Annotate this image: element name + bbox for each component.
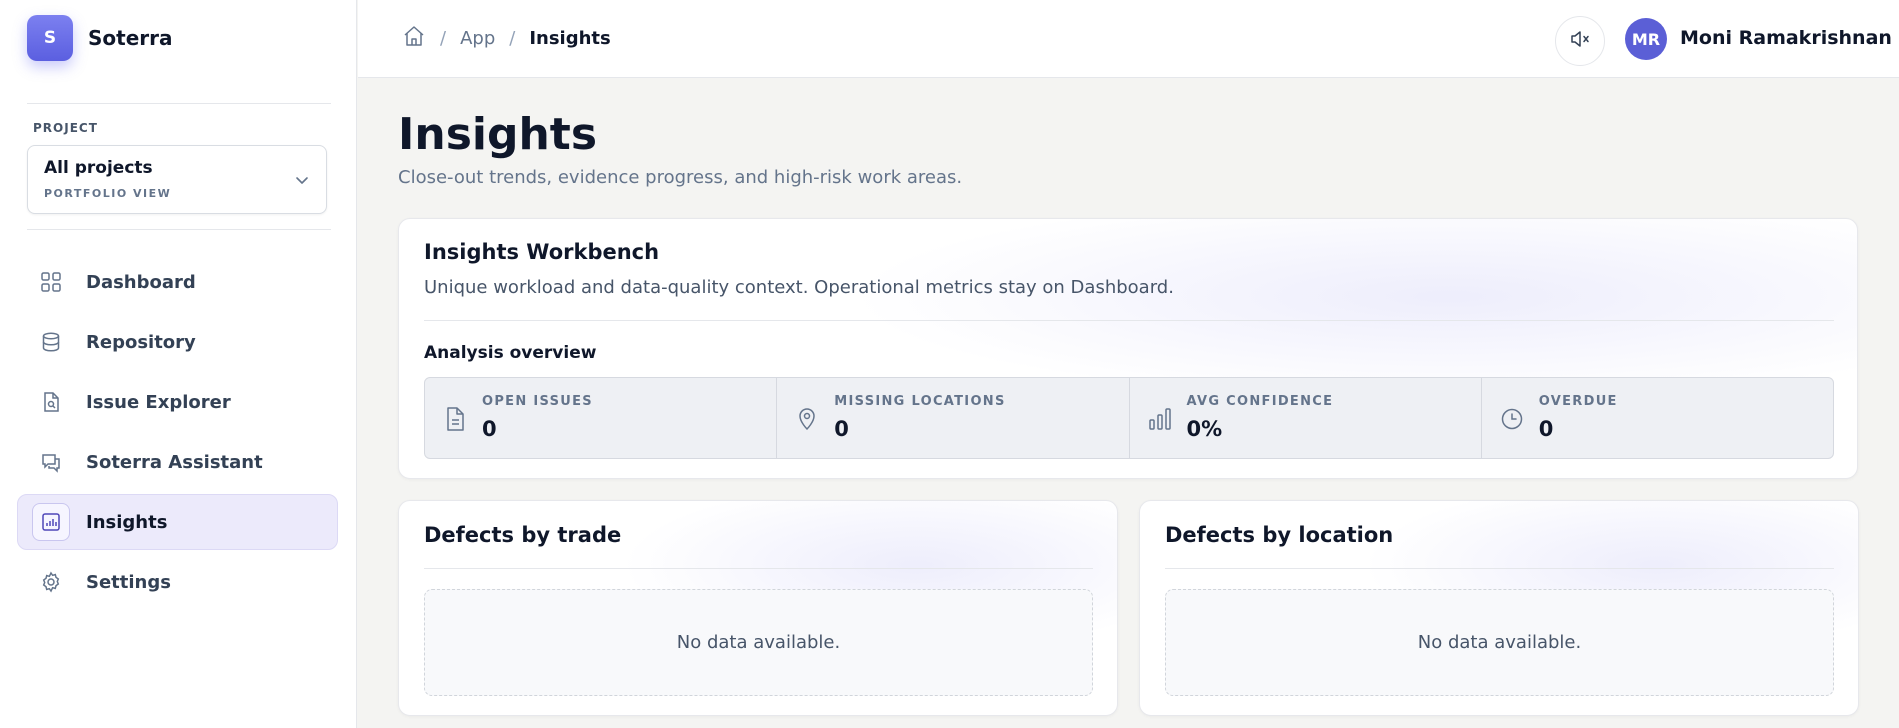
sidebar-item-label: Settings [86, 571, 171, 593]
metric-overdue: OVERDUE 0 [1482, 378, 1833, 458]
mute-button[interactable] [1555, 16, 1605, 66]
database-icon [32, 323, 70, 361]
metric-value: 0 [1538, 417, 1554, 441]
defects-by-trade-card: Defects by trade No data available. [398, 500, 1118, 716]
metrics-strip: OPEN ISSUES 0 MISSING LOCATIONS 0 AVG CO… [424, 377, 1834, 459]
sidebar-item-label: Dashboard [86, 271, 196, 293]
divider [424, 320, 1834, 321]
project-label: PROJECT [33, 121, 98, 135]
sidebar-divider [27, 103, 331, 104]
workbench-title: Insights Workbench [424, 240, 660, 264]
metric-value: 0 [482, 417, 497, 441]
project-selector[interactable]: All projects PORTFOLIO VIEW [27, 145, 327, 214]
metric-value: 0% [1186, 417, 1223, 441]
divider [1165, 568, 1834, 569]
chat-icon [32, 443, 70, 481]
user-name[interactable]: Moni Ramakrishnan [1680, 27, 1892, 49]
bar-chart-icon [1148, 406, 1172, 436]
sidebar-item-repository[interactable]: Repository [17, 314, 338, 370]
breadcrumb-app[interactable]: App [460, 28, 495, 49]
breadcrumb-separator: / [509, 28, 516, 49]
metric-label: OVERDUE [1538, 394, 1618, 409]
chevron-down-icon [294, 172, 310, 192]
metric-value: 0 [834, 417, 849, 441]
clock-icon [1500, 406, 1524, 436]
page-title: Insights [398, 109, 598, 160]
metric-label: AVG CONFIDENCE [1186, 394, 1334, 409]
metric-open-issues: OPEN ISSUES 0 [425, 378, 778, 458]
bar-chart-icon [32, 503, 70, 541]
defects-by-location-card: Defects by location No data available. [1139, 500, 1859, 716]
metric-label: OPEN ISSUES [482, 394, 593, 409]
brand-logo: S [27, 15, 73, 61]
sidebar: S Soterra PROJECT All projects PORTFOLIO… [0, 0, 357, 728]
gear-icon [32, 563, 70, 601]
workbench-description: Unique workload and data-quality context… [424, 277, 1174, 298]
home-icon[interactable] [402, 24, 426, 53]
sidebar-item-label: Repository [86, 331, 196, 353]
sidebar-item-issue-explorer[interactable]: Issue Explorer [17, 374, 338, 430]
breadcrumb-separator: / [440, 28, 447, 49]
sidebar-item-label: Insights [86, 511, 168, 533]
sidebar-item-label: Soterra Assistant [86, 451, 263, 473]
brand-name: Soterra [88, 26, 173, 50]
sidebar-item-label: Issue Explorer [86, 391, 231, 413]
document-icon [443, 406, 467, 436]
card-title: Defects by trade [424, 523, 622, 547]
metric-avg-confidence: AVG CONFIDENCE 0% [1130, 378, 1482, 458]
insights-workbench-card: Insights Workbench Unique workload and d… [398, 218, 1858, 479]
sidebar-item-insights[interactable]: Insights [17, 494, 338, 550]
speaker-muted-icon [1569, 28, 1591, 54]
main-content: Insights Close-out trends, evidence prog… [358, 79, 1899, 728]
breadcrumb: / App / Insights [402, 24, 611, 53]
brand[interactable]: S Soterra [27, 15, 173, 61]
top-header: / App / Insights MR Moni Ramakrishnan [358, 0, 1899, 78]
sidebar-item-soterra-assistant[interactable]: Soterra Assistant [17, 434, 338, 490]
grid-icon [32, 263, 70, 301]
map-pin-icon [795, 406, 819, 436]
card-title: Defects by location [1165, 523, 1394, 547]
page-subtitle: Close-out trends, evidence progress, and… [398, 167, 963, 188]
analysis-overview-title: Analysis overview [424, 343, 597, 363]
sidebar-item-dashboard[interactable]: Dashboard [17, 254, 338, 310]
file-search-icon [32, 383, 70, 421]
metric-missing-locations: MISSING LOCATIONS 0 [777, 378, 1130, 458]
sidebar-divider [27, 229, 331, 230]
divider [424, 568, 1093, 569]
empty-state: No data available. [1165, 589, 1834, 696]
avatar[interactable]: MR [1625, 18, 1667, 60]
sidebar-item-settings[interactable]: Settings [17, 554, 338, 610]
project-subtitle: PORTFOLIO VIEW [44, 187, 172, 200]
project-name: All projects [44, 158, 153, 178]
empty-state: No data available. [424, 589, 1093, 696]
breadcrumb-current: Insights [529, 28, 611, 49]
metric-label: MISSING LOCATIONS [834, 394, 1006, 409]
